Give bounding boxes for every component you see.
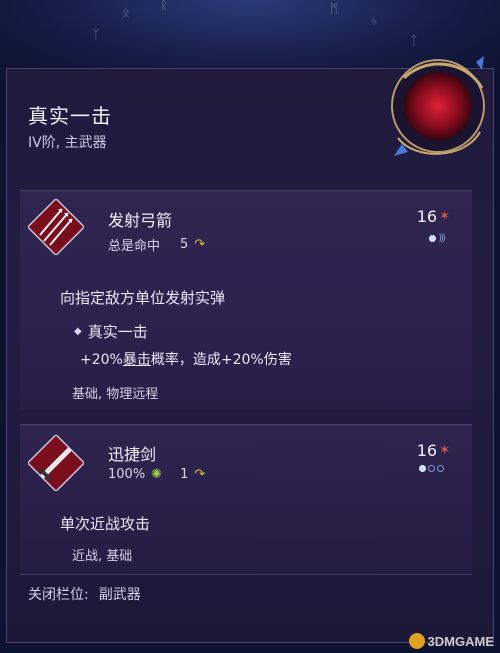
skill-card-2[interactable]: 迅捷剑 100% ✺ 1 ↷ 16 ✶ 单次近战攻击 近战, 基础 <box>20 424 472 574</box>
sword-icon <box>28 435 84 491</box>
chevrons-icon: ))) <box>438 233 446 244</box>
range-icon: ↷ <box>194 237 206 252</box>
slot-footer: 关闭栏位: 副武器 <box>28 584 141 604</box>
action-point-icon: ✶ <box>439 209 450 224</box>
ap-cost: 16 ✶ <box>416 207 450 226</box>
pip-icon <box>429 235 437 242</box>
pip-icon <box>419 465 426 472</box>
accuracy-icon: ✺ <box>151 467 163 482</box>
item-title: 真实一击 <box>28 104 112 128</box>
skill-tags: 近战, 基础 <box>72 549 133 564</box>
crit-keyword[interactable]: 暴击 <box>123 352 151 368</box>
pip-icon <box>437 465 444 472</box>
action-point-icon: ✶ <box>439 443 450 458</box>
skill-description: 向指定敌方单位发射实弹 <box>60 289 226 307</box>
pip-icon <box>428 465 435 472</box>
footer-label: 关闭栏位: <box>28 587 89 603</box>
skill-name: 发射弓箭 <box>108 211 173 230</box>
watermark: 3DMGAME <box>408 633 494 649</box>
skill-name: 迅捷剑 <box>108 445 157 464</box>
weapon-emblem-icon <box>391 56 485 156</box>
diamond-bullet-icon: ◆ <box>74 326 82 337</box>
footer-value: 副武器 <box>98 587 141 603</box>
skill-description: 单次近战攻击 <box>60 515 151 533</box>
passive-title: ◆ 真实一击 <box>74 323 148 341</box>
range-icon: ↷ <box>194 467 206 482</box>
skill-tags: 基础, 物理远程 <box>72 387 159 402</box>
arrow-volley-icon <box>28 199 84 255</box>
item-subtitle: IV阶, 主武器 <box>28 135 107 151</box>
cooldown-pips <box>419 465 444 472</box>
site-logo-icon <box>408 633 425 649</box>
skill-meta: 总是命中 5 ↷ <box>108 237 206 254</box>
divider <box>20 574 472 575</box>
skill-card-1[interactable]: 发射弓箭 总是命中 5 ↷ 16 ✶ ))) 向指定敌方单位发射实弹 ◆ 真实一… <box>20 190 472 410</box>
ap-cost: 16 ✶ <box>416 441 450 460</box>
passive-effect: +20%暴击概率，造成+20%伤害 <box>80 352 292 368</box>
skill-meta: 100% ✺ 1 ↷ <box>108 467 206 482</box>
cooldown-pips: ))) <box>429 233 446 244</box>
